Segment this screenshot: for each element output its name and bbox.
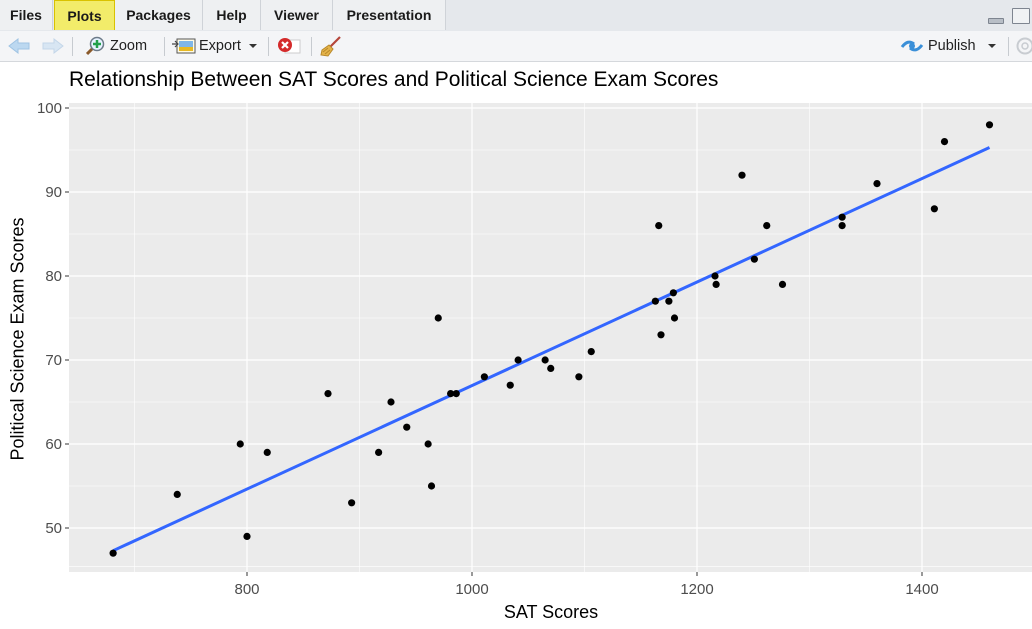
data-point: [669, 289, 677, 297]
data-point: [838, 213, 846, 221]
data-point: [750, 255, 758, 263]
data-point: [434, 314, 442, 322]
data-point: [480, 373, 488, 381]
data-point: [375, 448, 383, 456]
data-point: [711, 272, 719, 280]
y-tick-label: 60: [45, 436, 62, 453]
data-point: [387, 398, 395, 406]
y-tick-label: 90: [45, 184, 62, 201]
data-point: [657, 331, 665, 339]
y-tick-label: 50: [45, 520, 62, 537]
data-point: [348, 499, 356, 507]
data-point: [655, 222, 663, 230]
data-point: [665, 297, 673, 305]
y-tick-label: 70: [45, 352, 62, 369]
data-point: [506, 381, 514, 389]
y-tick-label: 80: [45, 268, 62, 285]
data-point: [452, 390, 460, 398]
data-point: [427, 482, 436, 490]
x-tick-label: 1200: [680, 581, 713, 598]
data-point: [403, 423, 411, 431]
data-point: [778, 280, 787, 288]
x-tick-label: 1400: [905, 581, 938, 598]
data-point: [547, 364, 555, 372]
x-tick-label: 1000: [455, 581, 488, 598]
scatter-plot: 800 1000 1200 1400 50 60 70 80 90 100: [37, 100, 1032, 598]
data-point: [236, 440, 244, 448]
data-point: [873, 180, 881, 188]
data-point: [985, 121, 994, 129]
data-point: [930, 205, 938, 213]
data-point: [738, 171, 746, 179]
plot-panel: [69, 103, 1032, 572]
data-point: [173, 490, 181, 498]
data-point: [109, 549, 117, 557]
data-point: [587, 348, 595, 356]
data-point: [940, 138, 949, 146]
data-point: [263, 448, 271, 456]
data-point: [424, 440, 432, 448]
data-point: [324, 390, 332, 398]
data-point: [838, 222, 846, 230]
data-point: [763, 222, 771, 230]
y-tick-label: 100: [37, 100, 62, 117]
data-point: [575, 373, 583, 381]
data-point: [670, 314, 679, 322]
data-point: [651, 297, 659, 305]
data-point: [243, 532, 251, 541]
data-point: [514, 356, 522, 364]
data-point: [712, 280, 720, 288]
x-tick-label: 800: [234, 581, 259, 598]
data-point: [541, 356, 549, 364]
